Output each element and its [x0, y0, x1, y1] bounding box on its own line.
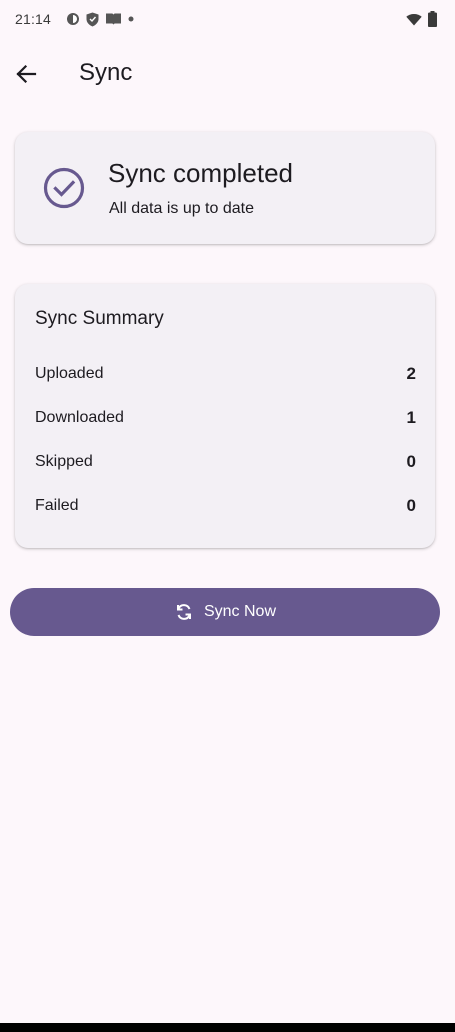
sync-status-card: Sync completed All data is up to date — [15, 132, 435, 244]
summary-value: 2 — [406, 364, 416, 383]
sync-status-subtitle: All data is up to date — [109, 200, 254, 217]
summary-title: Sync Summary — [35, 308, 164, 329]
sync-summary-card: Sync Summary Uploaded 2 Downloaded 1 Ski… — [15, 284, 435, 548]
system-navigation-bar — [0, 1023, 455, 1032]
summary-row-uploaded: Uploaded 2 — [35, 363, 416, 387]
summary-row-failed: Failed 0 — [35, 495, 416, 519]
sync-now-button[interactable]: Sync Now — [10, 588, 440, 636]
sync-status-title: Sync completed — [108, 158, 293, 188]
summary-value: 1 — [406, 408, 416, 427]
summary-value: 0 — [406, 496, 416, 515]
battery-icon — [428, 11, 437, 27]
back-button[interactable] — [6, 54, 46, 94]
sync-now-label: Sync Now — [203, 603, 277, 620]
arrow-back-icon — [15, 63, 37, 85]
notification-icons — [66, 11, 134, 27]
data-saver-icon — [66, 12, 80, 26]
summary-label: Downloaded — [35, 409, 124, 426]
summary-label: Uploaded — [35, 365, 104, 382]
summary-row-skipped: Skipped 0 — [35, 451, 416, 475]
status-time: 21:14 — [15, 11, 52, 27]
summary-value: 0 — [406, 452, 416, 471]
wifi-icon — [406, 13, 422, 26]
check-circle-icon — [43, 167, 85, 209]
summary-label: Skipped — [35, 453, 93, 470]
app-bar: Sync — [0, 50, 455, 98]
system-icons — [406, 11, 437, 27]
page-title: Sync — [79, 59, 133, 86]
sync-icon — [174, 602, 194, 622]
book-icon — [105, 12, 122, 26]
summary-row-downloaded: Downloaded 1 — [35, 407, 416, 431]
sync-screen: 21:14 Sync Sync completed All data is up… — [0, 0, 455, 1032]
status-bar: 21:14 — [0, 0, 455, 38]
summary-label: Failed — [35, 497, 79, 514]
shield-icon — [86, 12, 99, 27]
dot-icon — [128, 16, 134, 22]
